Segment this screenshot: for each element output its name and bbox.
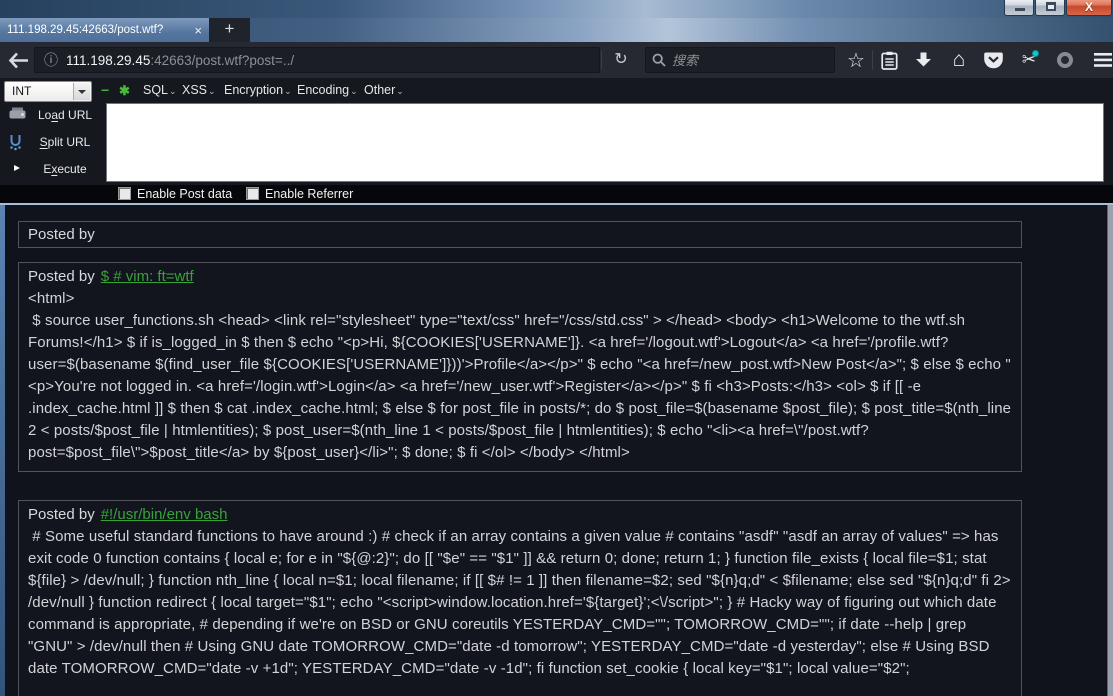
- url-path: :42663/post.wtf?post=../: [150, 52, 295, 68]
- close-icon: X: [1084, 0, 1093, 14]
- url-host: 111.198.29.45: [66, 52, 151, 68]
- back-button[interactable]: [8, 52, 32, 69]
- enable-post-data-label: Enable Post data: [137, 187, 233, 201]
- post-author-link[interactable]: $ # vim: ft=wtf: [101, 268, 194, 285]
- tab-title: 111.198.29.45:42663/post.wtf?: [7, 24, 164, 36]
- back-arrow-icon: [8, 52, 28, 69]
- load-url-button[interactable]: Load URL: [0, 105, 102, 127]
- window-border-left: [0, 205, 5, 696]
- post-box-vim: Posted by $ # vim: ft=wtf <html> $ source…: [18, 262, 1022, 472]
- post-header: Posted by: [28, 226, 95, 243]
- extension-badge-dot: [1032, 50, 1039, 57]
- chevron-down-icon: ⌄: [169, 86, 177, 96]
- post-box-bash: Posted by #!/usr/bin/env bash # Some usef…: [18, 500, 1022, 696]
- tab-strip: 111.198.29.45:42663/post.wtf? × +: [0, 18, 1113, 42]
- chevron-down-icon: ⌄: [284, 86, 292, 96]
- execute-button[interactable]: Execute: [0, 159, 102, 181]
- url-bar[interactable]: ⓘ 111.198.29.45 :42663/post.wtf?post=../: [34, 47, 600, 73]
- screenshot-scissors-icon[interactable]: ✂: [1016, 42, 1042, 78]
- close-button[interactable]: X: [1066, 0, 1112, 16]
- window-controls: X: [1003, 0, 1112, 16]
- hackbar-minus-icon[interactable]: −: [101, 82, 109, 98]
- hackbar-options-bar: Enable Post data Enable Referrer: [0, 185, 1113, 203]
- home-icon[interactable]: ⌂: [946, 42, 972, 78]
- hackbar-toolbar: INT − ✱ SQL⌄ XSS⌄ Encryption⌄ Encoding⌄ …: [0, 78, 1113, 185]
- post-header: Posted by #!/usr/bin/env bash: [28, 506, 228, 523]
- minimize-button[interactable]: [1004, 0, 1034, 16]
- post-body: # Some useful standard functions to have…: [28, 528, 1015, 677]
- extension-ring-icon[interactable]: [1052, 42, 1078, 78]
- maximize-icon: [1046, 2, 1056, 11]
- menu-other[interactable]: Other⌄: [364, 83, 404, 97]
- search-input[interactable]: [672, 52, 828, 68]
- search-box[interactable]: [645, 47, 835, 73]
- menu-encoding[interactable]: Encoding⌄: [297, 83, 358, 97]
- post-author-link[interactable]: #!/usr/bin/env bash: [101, 506, 228, 523]
- chevron-down-icon: ⌄: [396, 86, 404, 96]
- split-url-button[interactable]: Split URL: [0, 132, 102, 154]
- post-body-intro: <html>: [28, 290, 75, 307]
- menu-sql[interactable]: SQL⌄: [143, 83, 177, 97]
- new-tab-button[interactable]: +: [209, 18, 250, 42]
- hackbar-star-icon[interactable]: ✱: [119, 83, 130, 99]
- menu-hamburger-icon[interactable]: [1090, 42, 1113, 78]
- post-body: $ source user_functions.sh <head> <link …: [28, 312, 1016, 461]
- search-icon: [652, 53, 666, 67]
- bookmarks-clipboard-icon[interactable]: [876, 42, 902, 78]
- page-content: Posted by Posted by $ # vim: ft=wtf <html…: [0, 205, 1113, 696]
- chevron-down-icon: ⌄: [350, 86, 358, 96]
- enable-post-data-checkbox[interactable]: [118, 187, 131, 200]
- hackbar-textarea[interactable]: [106, 103, 1104, 182]
- screen: X 111.198.29.45:42663/post.wtf? × + ⓘ 11…: [0, 0, 1113, 696]
- reload-button[interactable]: ↻: [606, 47, 636, 73]
- enable-referrer-checkbox[interactable]: [246, 187, 259, 200]
- load-url-icon: [9, 107, 26, 125]
- split-url-icon: [9, 134, 22, 156]
- menu-xss[interactable]: XSS⌄: [182, 83, 216, 97]
- browser-tab[interactable]: 111.198.29.45:42663/post.wtf? ×: [0, 18, 209, 42]
- navigation-toolbar: ⓘ 111.198.29.45 :42663/post.wtf?post=../…: [0, 42, 1113, 78]
- downloads-icon[interactable]: [910, 42, 936, 78]
- enable-referrer-label: Enable Referrer: [265, 187, 354, 201]
- post-header: Posted by $ # vim: ft=wtf: [28, 268, 194, 285]
- pocket-icon[interactable]: [980, 42, 1006, 78]
- post-box-empty: Posted by: [18, 221, 1022, 248]
- menu-encryption[interactable]: Encryption⌄: [224, 83, 292, 97]
- site-info-icon[interactable]: ⓘ: [44, 50, 58, 70]
- toolbar-divider: [872, 50, 873, 70]
- maximize-button[interactable]: [1035, 0, 1065, 16]
- window-titlebar: X: [0, 0, 1113, 18]
- chevron-down-icon: [78, 90, 86, 94]
- toolbar-divider: [601, 51, 602, 69]
- chevron-down-icon: ⌄: [208, 86, 216, 96]
- bookmark-star-icon[interactable]: ☆: [843, 42, 869, 78]
- tab-close-icon[interactable]: ×: [194, 24, 202, 37]
- hackbar-mode-select[interactable]: INT: [4, 81, 92, 102]
- minimize-icon: [1015, 8, 1025, 11]
- vertical-scrollbar[interactable]: [1107, 205, 1113, 696]
